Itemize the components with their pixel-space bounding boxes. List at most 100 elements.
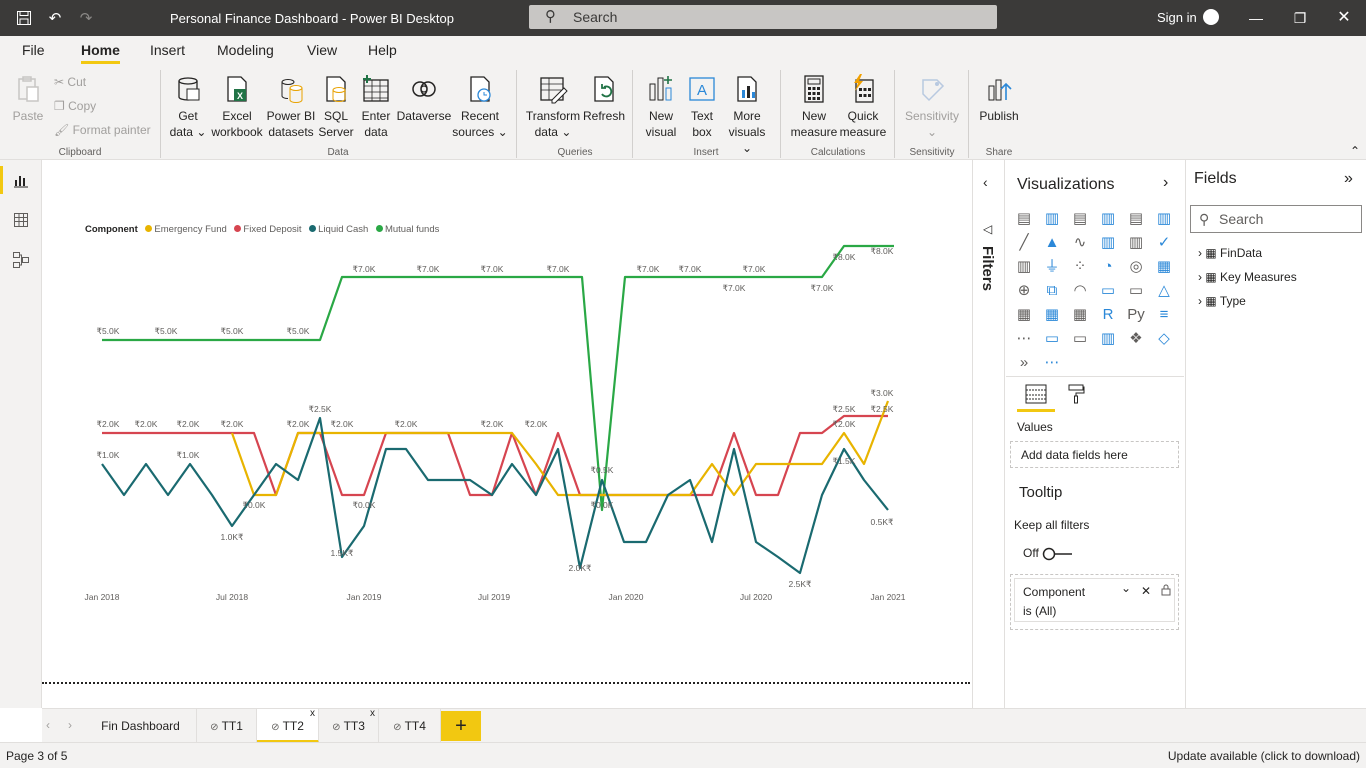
excel-workbook-button[interactable]: X Excel workbook — [210, 74, 264, 140]
viz-matrix-icon[interactable]: ▦ — [1071, 306, 1089, 324]
restore-icon[interactable]: ❐ — [1290, 8, 1310, 28]
enter-data-button[interactable]: Enter data — [358, 74, 394, 140]
viz-card-icon[interactable]: ▭ — [1099, 282, 1117, 300]
viz-arrow-icon[interactable]: » — [1015, 354, 1033, 372]
viz-scatter-dots-icon[interactable]: ⁘ — [1071, 258, 1089, 276]
collapse-fields-icon[interactable]: » — [1344, 170, 1353, 188]
sign-in-link[interactable]: Sign in — [1157, 10, 1197, 25]
new-visual-button[interactable]: New visual — [640, 74, 682, 140]
values-dropzone[interactable]: Add data fields here — [1010, 441, 1179, 468]
format-painter-button[interactable]: 🖌 Format painter — [54, 123, 151, 137]
refresh-button[interactable]: Refresh — [582, 74, 626, 124]
field-table-key-measures[interactable]: › ▦ Key Measures — [1198, 270, 1297, 284]
viz-table-icon[interactable]: ▦ — [1043, 306, 1061, 324]
chevron-down-icon[interactable]: ⌄ — [1121, 581, 1131, 595]
viz-clustered-bar-icon[interactable]: ▤ — [1071, 210, 1089, 228]
text-box-button[interactable]: A Text box — [682, 74, 722, 140]
menu-home[interactable]: Home — [81, 42, 120, 64]
line-chart[interactable]: ₹5.0K ₹5.0K ₹5.0K ₹5.0K ₹7.0K ₹7.0K ₹7.0K ₹7.0K… — [42, 160, 972, 680]
viz-100-column-icon[interactable]: ▥ — [1155, 210, 1173, 228]
add-page-button[interactable]: + — [441, 711, 481, 741]
powerbi-datasets-button[interactable]: Power BI datasets — [266, 74, 316, 140]
viz-stacked-bar-icon[interactable]: ▤ — [1015, 210, 1033, 228]
fields-search-input[interactable]: ⚲ Search — [1190, 205, 1362, 233]
viz-map-icon[interactable]: ⊕ — [1015, 282, 1033, 300]
viz-filled-map-icon[interactable]: ⧉ — [1043, 282, 1061, 300]
update-available-link[interactable]: Update available (click to download) — [1168, 749, 1360, 763]
recent-sources-button[interactable]: Recent sources ⌄ — [452, 74, 508, 140]
chevron-right-icon[interactable]: › — [1163, 174, 1168, 192]
publish-button[interactable]: Publish — [976, 74, 1022, 124]
get-data-button[interactable]: Get data ⌄ — [168, 74, 208, 140]
chevron-left-icon[interactable]: ‹ — [983, 174, 988, 190]
viz-r-visual-icon[interactable]: R — [1099, 306, 1117, 324]
drillthrough-dropzone[interactable]: Component is (All) ⌄ ✕ — [1010, 574, 1179, 630]
quick-measure-button[interactable]: Quick measure — [838, 74, 888, 140]
viz-stacked-area-icon[interactable]: ∿ — [1071, 234, 1089, 252]
format-tab[interactable] — [1067, 384, 1089, 406]
close-tab-icon[interactable]: x — [370, 697, 375, 731]
tab-next-icon[interactable]: › — [68, 718, 72, 732]
viz-multi-row-card-icon[interactable]: ▭ — [1127, 282, 1145, 300]
keep-filters-toggle[interactable]: Off — [1023, 546, 1074, 561]
viz-line-column-icon[interactable]: ▥ — [1099, 234, 1117, 252]
viz-waterfall-icon[interactable]: ✓ — [1155, 234, 1173, 252]
close-tab-icon[interactable]: x — [310, 697, 315, 731]
viz-power-automate-icon[interactable]: ◇ — [1155, 330, 1173, 348]
undo-icon[interactable]: ↶ — [45, 8, 65, 28]
clear-filter-icon[interactable]: ✕ — [1141, 584, 1151, 598]
menu-insert[interactable]: Insert — [150, 42, 185, 58]
tab-tt1[interactable]: ⊘ TT1 — [197, 709, 257, 743]
tab-fin-dashboard[interactable]: Fin Dashboard — [85, 709, 197, 743]
viz-paginated-icon[interactable]: ▥ — [1099, 330, 1117, 348]
close-icon[interactable]: ✕ — [1334, 8, 1354, 28]
avatar[interactable] — [1203, 9, 1219, 25]
viz-kpi-icon[interactable]: △ — [1155, 282, 1173, 300]
search-box[interactable]: ⚲ Search — [529, 5, 997, 29]
cut-button[interactable]: ✂ Cut — [54, 75, 86, 89]
filter-card[interactable]: Component is (All) ⌄ ✕ — [1014, 578, 1175, 622]
new-measure-button[interactable]: New measure — [788, 74, 840, 140]
transform-data-button[interactable]: Transform data ⌄ — [524, 74, 582, 140]
field-table-findata[interactable]: › ▦ FinData — [1198, 246, 1262, 260]
sql-server-button[interactable]: SQL Server — [316, 74, 356, 140]
tab-tt2[interactable]: ⊘ TT2 x — [257, 708, 319, 743]
dataverse-button[interactable]: Dataverse — [396, 74, 452, 124]
viz-decomposition-tree-icon[interactable]: ⋯ — [1015, 330, 1033, 348]
viz-100-bar-icon[interactable]: ▤ — [1127, 210, 1145, 228]
filters-pane[interactable]: ‹ ◁ Filters — [972, 160, 1005, 708]
viz-key-influencers-icon[interactable]: ≡ — [1155, 306, 1173, 324]
menu-file[interactable]: File — [22, 42, 45, 58]
viz-smart-narrative-icon[interactable]: ▭ — [1071, 330, 1089, 348]
viz-qa-icon[interactable]: ▭ — [1043, 330, 1061, 348]
menu-modeling[interactable]: Modeling — [217, 42, 274, 58]
viz-gauge-icon[interactable]: ◠ — [1071, 282, 1089, 300]
viz-scatter-icon[interactable]: ⏚ — [1043, 258, 1061, 276]
viz-power-apps-icon[interactable]: ❖ — [1127, 330, 1145, 348]
menu-view[interactable]: View — [307, 42, 337, 58]
viz-funnel-icon[interactable]: ▥ — [1015, 258, 1033, 276]
save-icon[interactable] — [14, 8, 34, 28]
data-view-icon[interactable] — [0, 200, 42, 240]
model-view-icon[interactable] — [0, 240, 42, 280]
viz-more-icon[interactable]: ⋯ — [1043, 354, 1061, 372]
sensitivity-button[interactable]: Sensitivity ⌄ — [900, 74, 964, 140]
viz-line-icon[interactable]: ╱ — [1015, 234, 1033, 252]
viz-slicer-icon[interactable]: ▦ — [1015, 306, 1033, 324]
viz-area-icon[interactable]: ▲ — [1043, 234, 1061, 252]
viz-donut-icon[interactable]: ◎ — [1127, 258, 1145, 276]
report-view-icon[interactable] — [0, 160, 42, 200]
menu-help[interactable]: Help — [368, 42, 397, 58]
more-visuals-button[interactable]: More visuals ⌄ — [722, 74, 772, 156]
report-canvas[interactable]: Component Emergency Fund Fixed Deposit L… — [42, 160, 972, 708]
paste-button[interactable]: Paste — [10, 74, 46, 124]
redo-icon[interactable]: ↷ — [76, 8, 96, 28]
viz-pie-icon[interactable]: ◔ — [1099, 258, 1117, 276]
collapse-ribbon-icon[interactable]: ⌃ — [1350, 144, 1360, 158]
tab-tt4[interactable]: ⊘ TT4 — [379, 709, 441, 743]
minimize-icon[interactable]: — — [1246, 8, 1266, 28]
tab-tt3[interactable]: ⊘ TT3 x — [319, 708, 379, 743]
viz-ribbon-icon[interactable]: ▥ — [1127, 234, 1145, 252]
viz-stacked-column-icon[interactable]: ▥ — [1043, 210, 1061, 228]
copy-button[interactable]: ❐ Copy — [54, 99, 96, 113]
